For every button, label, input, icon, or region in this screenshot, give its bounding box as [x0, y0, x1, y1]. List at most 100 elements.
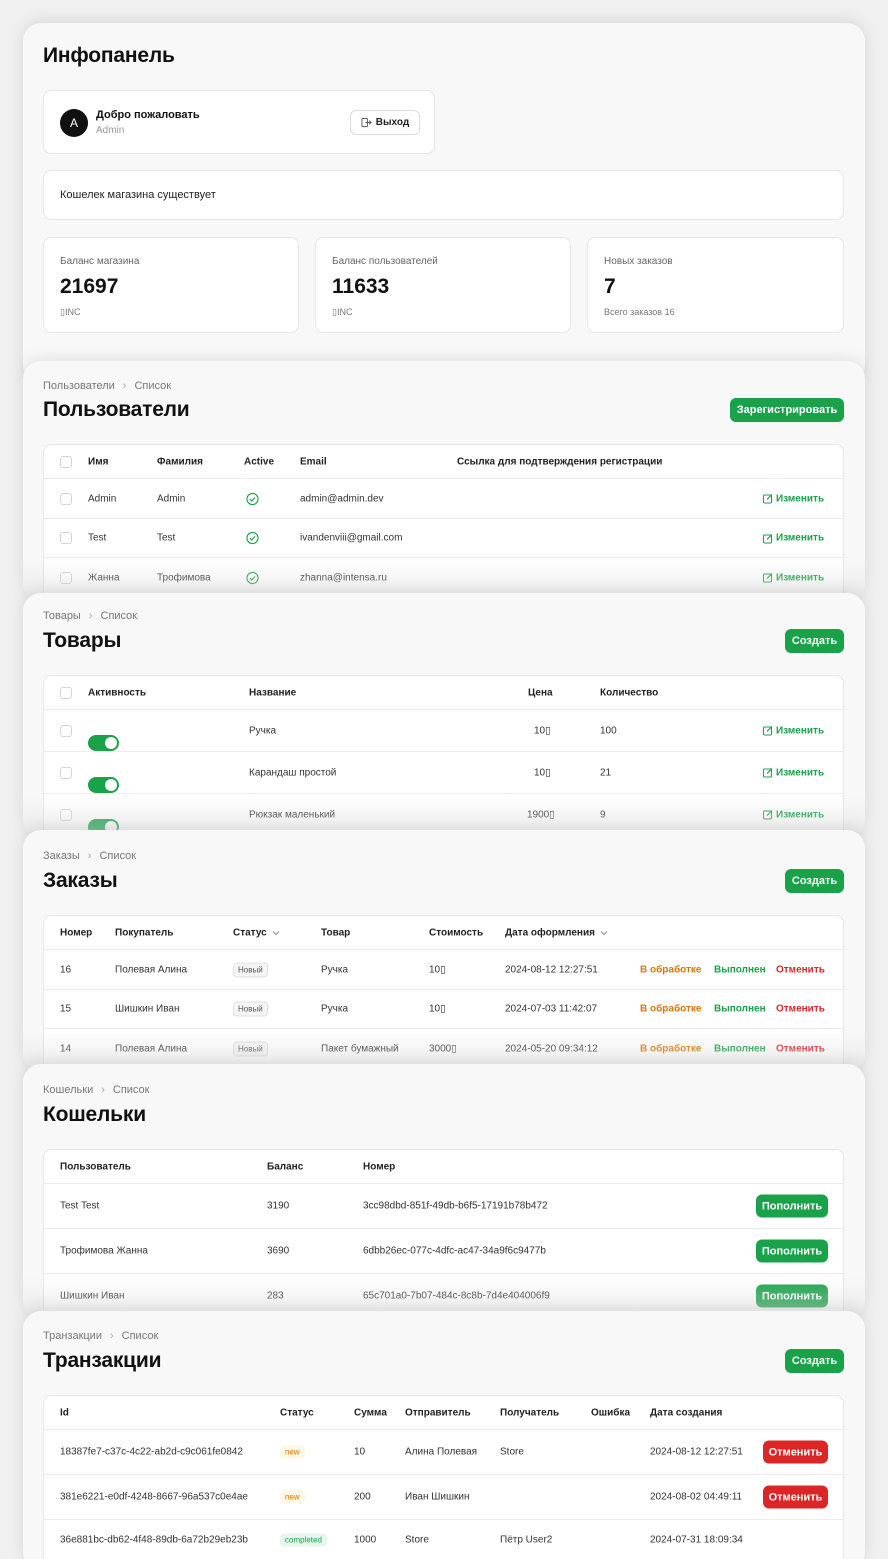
stat-sub: Всего заказов 16: [604, 307, 675, 317]
create-button[interactable]: Создать: [785, 869, 844, 893]
stat-card-new-orders: Новых заказов 7 Всего заказов 16: [587, 237, 844, 333]
status-sort-header[interactable]: Статус: [233, 927, 280, 938]
chevron-right-icon: ›: [109, 1330, 114, 1342]
stat-card-shop-balance: Баланс магазина 21697 ▯INC: [43, 237, 299, 333]
cancel-button[interactable]: Отменить: [763, 1485, 828, 1509]
edit-icon: [763, 494, 773, 504]
logout-button[interactable]: Выход: [350, 110, 420, 135]
table-row: 381e6221-e0df-4248-8667-96a537c0e4ae new…: [44, 1475, 843, 1520]
cost: 3000▯: [429, 1043, 457, 1054]
page-title: Инфопанель: [43, 44, 175, 67]
last-name: Трофимова: [157, 572, 211, 583]
edit-link[interactable]: Изменить: [763, 767, 824, 778]
edit-icon: [763, 726, 773, 736]
edit-icon: [763, 810, 773, 820]
complete-action[interactable]: Выполнен: [714, 1043, 766, 1054]
status-badge: completed: [280, 1533, 327, 1547]
edit-link[interactable]: Изменить: [763, 809, 824, 820]
breadcrumb-current: Список: [112, 1084, 150, 1096]
column-header: Цена: [528, 687, 553, 698]
row-checkbox[interactable]: [60, 532, 72, 544]
status-badge: Новый: [233, 962, 268, 977]
row-checkbox[interactable]: [60, 724, 72, 737]
processing-action[interactable]: В обработке: [640, 964, 701, 975]
active-toggle[interactable]: [88, 735, 119, 751]
column-header: Статус: [280, 1407, 314, 1418]
top-up-button[interactable]: Пополнить: [756, 1239, 828, 1263]
row-checkbox[interactable]: [60, 808, 72, 821]
breadcrumb-link[interactable]: Кошельки: [43, 1084, 93, 1096]
processing-action[interactable]: В обработке: [640, 1004, 701, 1015]
column-header: Количество: [600, 687, 659, 698]
active-toggle[interactable]: [88, 777, 119, 793]
row-checkbox[interactable]: [60, 571, 72, 584]
first-name: Admin: [88, 493, 117, 504]
table-header: Id Статус Сумма Отправитель Получатель О…: [44, 1396, 843, 1430]
wallet-balance: 3190: [267, 1200, 290, 1212]
breadcrumb-link[interactable]: Товары: [43, 610, 81, 622]
chevron-down-icon: [272, 930, 280, 935]
cancel-action[interactable]: Отменить: [776, 1004, 825, 1015]
breadcrumb-link[interactable]: Транзакции: [43, 1330, 102, 1342]
email: admin@admin.dev: [300, 493, 384, 504]
amount: 200: [354, 1491, 371, 1503]
section-title: Заказы: [43, 869, 118, 892]
cost: 10▯: [429, 1003, 446, 1015]
select-all-checkbox[interactable]: [60, 455, 72, 468]
processing-action[interactable]: В обработке: [640, 1043, 701, 1054]
last-name: Test: [157, 532, 176, 544]
table-row: 18387fe7-c37c-4c22-ab2d-c9c061fe0842 new…: [44, 1430, 843, 1475]
column-header: Дата оформления: [505, 927, 595, 938]
cancel-button[interactable]: Отменить: [763, 1440, 828, 1464]
stat-card-users-balance: Баланс пользователей 11633 ▯INC: [315, 237, 571, 333]
product-price: 1900▯: [527, 809, 555, 820]
breadcrumb-link[interactable]: Заказы: [43, 850, 80, 862]
top-up-button[interactable]: Пополнить: [756, 1194, 828, 1218]
date-sort-header[interactable]: Дата оформления: [505, 927, 608, 938]
welcome-card: A Добро пожаловать Admin Выход: [43, 90, 435, 154]
buyer: Шишкин Иван: [115, 1003, 180, 1015]
row-checkbox[interactable]: [60, 766, 72, 779]
register-button[interactable]: Зарегистрировать: [730, 398, 844, 422]
table-row: 15 Шишкин Иван Новый Ручка 10▯ 2024-07-0…: [44, 990, 843, 1029]
breadcrumb: Товары › Список: [43, 610, 137, 622]
table-row: 14 Полевая Алина Новый Пакет бумажный 30…: [44, 1029, 843, 1069]
breadcrumb-current: Список: [134, 380, 172, 392]
product-price: 10▯: [534, 725, 551, 736]
wallet-number: 3cc98dbd-851f-49db-b6f5-17191b78b472: [363, 1200, 548, 1212]
top-up-button[interactable]: Пополнить: [756, 1284, 828, 1308]
breadcrumb: Транзакции › Список: [43, 1330, 158, 1342]
amount: 10: [354, 1446, 366, 1458]
column-header: Сумма: [354, 1407, 387, 1418]
cancel-action[interactable]: Отменить: [776, 1043, 825, 1054]
create-button[interactable]: Создать: [785, 629, 844, 653]
column-header: Пользователь: [60, 1161, 131, 1172]
complete-action[interactable]: Выполнен: [714, 1004, 766, 1015]
edit-link[interactable]: Изменить: [763, 533, 824, 544]
users-panel: Пользователи › Список Пользователи Зарег…: [23, 361, 865, 601]
created-date: 2024-07-31 18:09:34: [650, 1534, 743, 1546]
wallet-status-text: Кошелек магазина существует: [60, 189, 216, 201]
edit-link[interactable]: Изменить: [763, 493, 824, 504]
edit-label: Изменить: [776, 532, 825, 544]
chevron-right-icon: ›: [88, 610, 93, 622]
create-button[interactable]: Создать: [785, 1349, 844, 1373]
edit-link[interactable]: Изменить: [763, 725, 824, 736]
complete-action[interactable]: Выполнен: [714, 964, 766, 975]
stat-label: Баланс магазина: [60, 256, 140, 267]
buyer: Полевая Алина: [115, 964, 188, 975]
cancel-action[interactable]: Отменить: [776, 964, 825, 975]
edit-label: Изменить: [776, 809, 825, 820]
wallet-balance: 3690: [267, 1245, 290, 1257]
row-checkbox[interactable]: [60, 492, 72, 505]
created-date: 2024-08-12 12:27:51: [650, 1446, 743, 1458]
select-all-checkbox[interactable]: [60, 686, 72, 699]
welcome-title: Добро пожаловать: [96, 109, 200, 121]
breadcrumb-link[interactable]: Пользователи: [43, 380, 115, 392]
wallet-status-card: Кошелек магазина существует: [43, 170, 844, 220]
edit-link[interactable]: Изменить: [763, 572, 824, 583]
sender: Алина Полевая: [405, 1446, 478, 1458]
column-header: Ошибка: [591, 1407, 631, 1418]
stat-sub: ▯INC: [60, 307, 81, 317]
wallets-panel: Кошельки › Список Кошельки Пользователь …: [23, 1064, 865, 1319]
